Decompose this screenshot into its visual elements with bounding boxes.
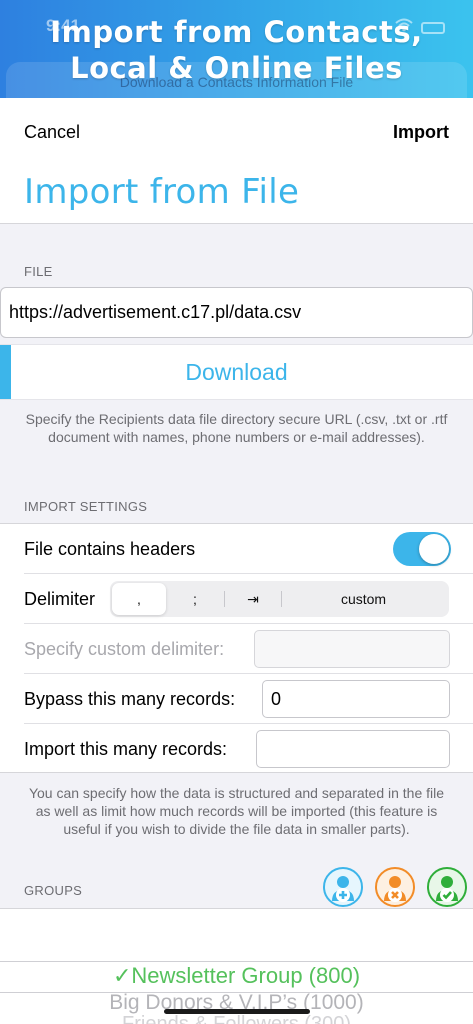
confirm-group-button[interactable]: [427, 867, 467, 907]
banner-title: Import from Contacts, Local & Online Fil…: [0, 14, 473, 86]
import-count-input[interactable]: [256, 730, 450, 768]
delimiter-option-custom[interactable]: custom: [282, 583, 445, 615]
file-url-input[interactable]: https://advertisement.c17.pl/data.csv: [0, 287, 473, 338]
delimiter-option-tab[interactable]: ⇥: [225, 583, 281, 615]
delimiter-option-comma[interactable]: ,: [112, 583, 166, 615]
banner-title-line2: Local & Online Files: [70, 51, 403, 85]
remove-group-icon: [379, 871, 411, 903]
banner-title-line1: Import from Contacts,: [50, 15, 423, 49]
import-settings-header: IMPORT SETTINGS: [24, 499, 148, 514]
download-label: Download: [185, 358, 288, 385]
import-count-label: Import this many records:: [24, 738, 228, 759]
import-count-row: Import this many records:: [0, 724, 473, 774]
headers-toggle[interactable]: [393, 532, 451, 566]
custom-delimiter-label: Specify custom delimiter:: [24, 638, 225, 659]
download-button[interactable]: Download: [0, 344, 473, 400]
group-item-friends[interactable]: Friends & Followers (300): [0, 1013, 473, 1024]
navigation-bar: Cancel Import Import from File: [0, 98, 473, 224]
add-group-icon: [327, 871, 359, 903]
import-settings-panel: File contains headers Delimiter , ; ⇥ cu…: [0, 523, 473, 773]
bypass-label: Bypass this many records:: [24, 688, 236, 709]
delimiter-label: Delimiter: [24, 588, 96, 609]
file-section-header: FILE: [24, 264, 53, 279]
headers-label: File contains headers: [24, 538, 196, 559]
promo-banner: 9:41 Download a Contacts Information Fil…: [0, 0, 473, 98]
import-button[interactable]: Import: [393, 122, 449, 143]
delimiter-option-semicolon[interactable]: ;: [166, 583, 224, 615]
group-item-newsletter[interactable]: ✓Newsletter Group (800): [0, 963, 473, 989]
file-footnote: Specify the Recipients data file directo…: [25, 411, 448, 445]
page-title: Import from File: [24, 172, 300, 212]
import-settings-footnote: You can specify how the data is structur…: [28, 785, 445, 837]
picker-line: [0, 961, 473, 962]
delimiter-row: Delimiter , ; ⇥ custom: [0, 574, 473, 624]
bypass-input[interactable]: 0: [262, 680, 450, 718]
custom-delimiter-row: Specify custom delimiter:: [0, 624, 473, 674]
remove-group-button[interactable]: [375, 867, 415, 907]
group-actions: [323, 867, 467, 907]
toggle-knob: [419, 534, 449, 564]
bypass-row: Bypass this many records: 0: [0, 674, 473, 724]
home-indicator: [164, 1009, 310, 1014]
add-group-button[interactable]: [323, 867, 363, 907]
cancel-button[interactable]: Cancel: [24, 122, 80, 143]
custom-delimiter-input[interactable]: [254, 630, 450, 668]
download-accent-bar: [0, 345, 11, 399]
groups-header: GROUPS: [24, 883, 83, 898]
delimiter-segmented-control: , ; ⇥ custom: [110, 581, 449, 617]
headers-row: File contains headers: [0, 524, 473, 574]
groups-picker[interactable]: ✓Newsletter Group (800) Big Donors & V.I…: [0, 908, 473, 1024]
confirm-group-icon: [431, 871, 463, 903]
